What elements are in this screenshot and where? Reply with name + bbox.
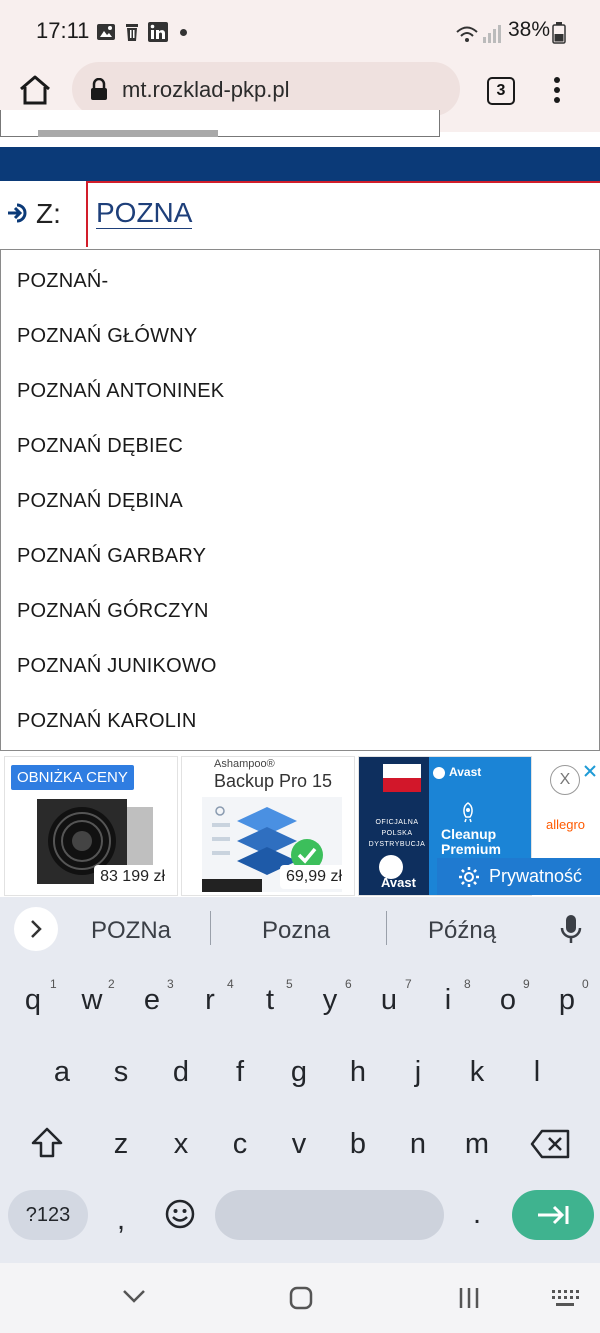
shift-icon[interactable]: [30, 1126, 64, 1160]
suggestion-item[interactable]: POZNAŃ-: [17, 270, 108, 293]
ad-card-miner[interactable]: OBNIŻKA CENY 83 199 zł: [4, 756, 178, 896]
privacy-label: Prywatność: [489, 866, 583, 886]
key-j[interactable]: j: [393, 1056, 443, 1089]
suggestion-expand-button[interactable]: [14, 907, 58, 951]
key-g[interactable]: g: [274, 1056, 324, 1089]
key-z[interactable]: z: [96, 1128, 146, 1161]
avast-brand-icon: [433, 767, 445, 779]
ad-close-button[interactable]: X: [550, 765, 580, 795]
key-hint: 4: [227, 977, 234, 991]
url-text: mt.rozklad-pkp.pl: [122, 77, 290, 102]
backspace-icon[interactable]: [530, 1128, 572, 1160]
space-bar[interactable]: [215, 1190, 444, 1240]
privacy-button[interactable]: Prywatność: [437, 858, 600, 895]
battery-icon: [552, 22, 566, 44]
from-label: Z:: [36, 198, 61, 229]
gear-icon: [459, 867, 479, 887]
suggestion-item[interactable]: POZNAŃ GŁÓWNY: [17, 325, 197, 348]
header-band: [0, 147, 600, 181]
station-suggestions-dropdown: POZNAŃ- POZNAŃ GŁÓWNY POZNAŃ ANTONINEK P…: [0, 249, 600, 751]
key-h[interactable]: h: [333, 1056, 383, 1089]
key-s[interactable]: s: [96, 1056, 146, 1089]
from-station-value[interactable]: POZNA: [96, 199, 193, 229]
symbols-key-label: ?123: [25, 1204, 71, 1226]
signal-icon: [456, 25, 501, 43]
key-x[interactable]: x: [156, 1128, 206, 1161]
key-c[interactable]: c: [215, 1128, 265, 1161]
notification-dot: [180, 29, 187, 36]
home-icon[interactable]: [18, 74, 52, 106]
key-hint: 7: [405, 977, 412, 991]
key-hint: 6: [345, 977, 352, 991]
key-m[interactable]: m: [452, 1128, 502, 1161]
ad-price: 83 199 zł: [94, 865, 171, 889]
suggestion-item[interactable]: POZNAŃ GARBARY: [17, 545, 206, 568]
tab-next-icon: [538, 1205, 569, 1225]
key-d[interactable]: d: [156, 1056, 206, 1089]
rocket-icon: [463, 802, 473, 823]
chevron-down-icon[interactable]: [122, 1288, 146, 1304]
suggestion-word[interactable]: Późną: [428, 917, 496, 945]
key-comma[interactable]: ,: [96, 1204, 146, 1237]
suggestion-item[interactable]: POZNAŃ DĘBIEC: [17, 435, 183, 458]
gallery-icon: [97, 24, 115, 40]
tab-switcher-button[interactable]: 3: [487, 77, 515, 105]
avast-logo-text: Avast: [381, 875, 416, 890]
enter-key[interactable]: [512, 1190, 594, 1240]
emoji-icon[interactable]: [164, 1198, 196, 1230]
flag-red: [383, 778, 421, 792]
allegro-logo: allegro: [546, 817, 586, 832]
recent-apps-icon[interactable]: [457, 1286, 481, 1310]
ad-price: 69,99 zł: [279, 865, 348, 889]
suggestion-item[interactable]: POZNAŃ DĘBINA: [17, 490, 183, 513]
key-v[interactable]: v: [274, 1128, 324, 1161]
key-f[interactable]: f: [215, 1056, 265, 1089]
key-b[interactable]: b: [333, 1128, 383, 1161]
discount-badge: OBNIŻKA CENY: [11, 765, 134, 790]
ad-card-backup[interactable]: Ashampoo® Backup Pro 15 69,99 zł: [181, 756, 355, 896]
key-a[interactable]: a: [37, 1056, 87, 1089]
suggestion-item[interactable]: POZNAŃ GÓRCZYN: [17, 600, 209, 623]
key-hint: 2: [108, 977, 115, 991]
flag-white: [383, 764, 421, 778]
ad-title: Backup Pro 15: [214, 771, 333, 791]
previous-field-scrollbar[interactable]: [38, 130, 218, 137]
ad-brand: Ashampoo®: [214, 758, 275, 770]
suggestion-divider: [210, 911, 211, 945]
distribution-label: OFICJALNA POLSKA DYSTRYBUCJA: [368, 819, 426, 848]
chevron-right-icon: [31, 920, 42, 938]
ad-card-allegro[interactable]: X allegro: [536, 759, 600, 859]
suggestion-item[interactable]: POZNAŃ KAROLIN: [17, 710, 197, 733]
key-n[interactable]: n: [393, 1128, 443, 1161]
suggestion-item[interactable]: POZNAŃ JUNIKOWO: [17, 655, 217, 678]
trash-icon: [126, 24, 138, 41]
suggestion-divider: [386, 911, 387, 945]
keyboard-switch-icon[interactable]: [550, 1288, 580, 1308]
linkedin-icon: [148, 22, 168, 42]
lock-icon: [91, 78, 107, 100]
key-hint: 1: [50, 977, 57, 991]
key-l[interactable]: l: [512, 1056, 562, 1089]
suggestion-word[interactable]: Pozna: [262, 917, 330, 945]
avast-brand-text: Avast: [449, 765, 482, 779]
key-k[interactable]: k: [452, 1056, 502, 1089]
microphone-icon[interactable]: [560, 914, 582, 944]
overflow-menu-icon[interactable]: [552, 76, 562, 104]
home-nav-icon[interactable]: [289, 1286, 313, 1310]
suggestion-word[interactable]: POZNa: [91, 917, 171, 945]
login-arrow-icon: [8, 203, 27, 223]
adchoices-close-icon[interactable]: [584, 765, 596, 777]
key-hint: 8: [464, 977, 471, 991]
status-time: 17:11: [36, 18, 90, 43]
suggestion-item[interactable]: POZNAŃ ANTONINEK: [17, 380, 224, 403]
key-period[interactable]: .: [452, 1198, 502, 1231]
battery-percentage: 38%: [508, 18, 551, 41]
key-hint: 3: [167, 977, 174, 991]
symbols-key[interactable]: ?123: [8, 1190, 88, 1240]
key-hint: 9: [523, 977, 530, 991]
avast-product: Cleanup Premium: [441, 826, 501, 857]
key-hint: 0: [582, 977, 589, 991]
key-hint: 5: [286, 977, 293, 991]
